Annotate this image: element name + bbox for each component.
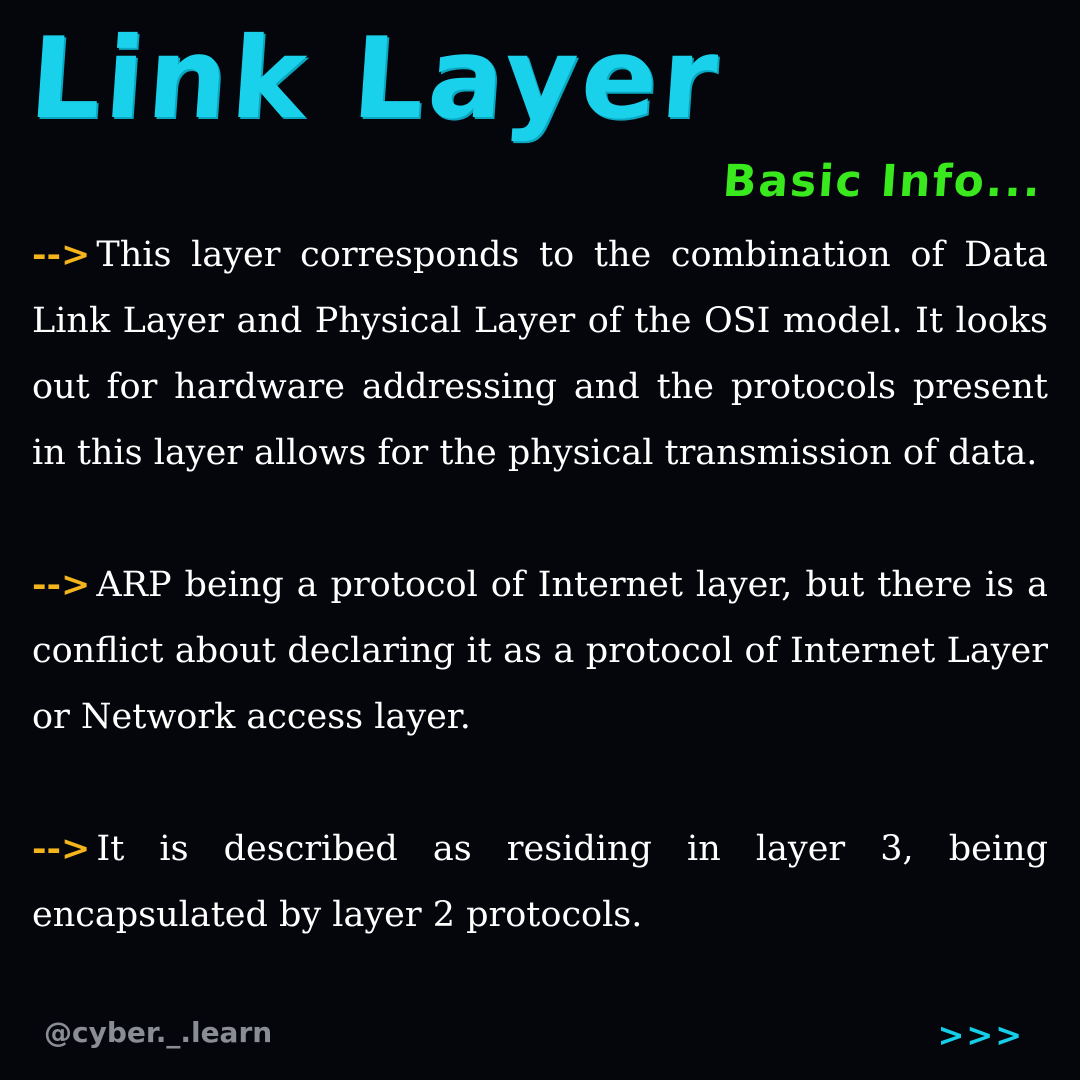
- paragraph-text: ARP being a protocol of Internet layer, …: [32, 565, 1048, 737]
- paragraph-2: --> ARP being a protocol of Internet laye…: [32, 552, 1048, 750]
- paragraph-text: This layer corresponds to the combinatio…: [32, 235, 1048, 473]
- page-title: Link Layer: [25, 14, 726, 144]
- arrow-marker: -->: [32, 234, 91, 275]
- author-handle: @cyber._.learn: [44, 1016, 273, 1049]
- paragraph-3: --> It is described as residing in layer …: [32, 816, 1048, 948]
- paragraph-1: --> This layer corresponds to the combina…: [32, 222, 1048, 486]
- content-body: --> This layer corresponds to the combina…: [32, 222, 1048, 1014]
- paragraph-text: It is described as residing in layer 3, …: [32, 829, 1048, 935]
- arrow-marker: -->: [32, 828, 91, 869]
- arrow-marker: -->: [32, 564, 91, 605]
- slide: Link Layer Basic Info... --> This layer c…: [0, 0, 1080, 1080]
- next-slide-arrow[interactable]: >>>: [938, 1016, 1024, 1054]
- page-subtitle: Basic Info...: [721, 156, 1044, 207]
